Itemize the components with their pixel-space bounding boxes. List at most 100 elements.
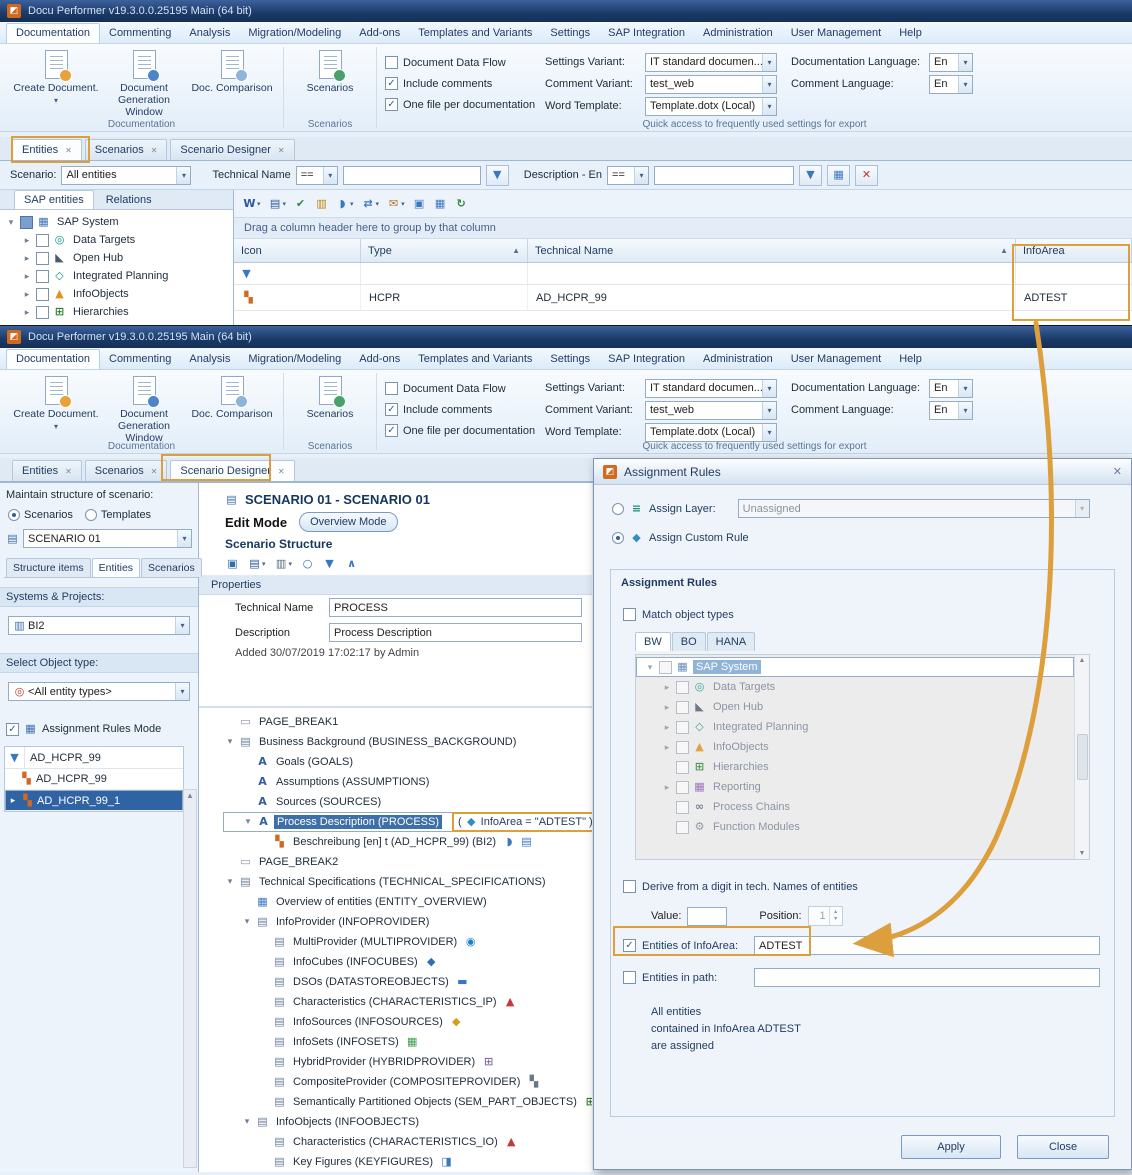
comment-variant-select[interactable]: test_web [645,75,777,94]
technical-name-operator-select[interactable]: == [296,166,338,185]
expand-expander-icon[interactable]: ▸ [22,235,32,246]
column-header-technical-name[interactable]: Technical Name [528,239,1016,262]
tree-item[interactable]: ▸▲InfoObjects [0,285,233,303]
collapse-expander-icon[interactable]: ▾ [645,662,655,673]
tree-item[interactable]: ▦Overview of entities (ENTITY_OVERVIEW) [223,892,592,912]
menu-tab-user-management[interactable]: User Management [782,24,891,43]
menu-tab-templates-and-variants[interactable]: Templates and Variants [409,350,541,369]
grid-row[interactable]: ▚ HCPR AD_HCPR_99 ADTEST [234,285,1132,311]
menu-tab-administration[interactable]: Administration [694,24,782,43]
doc-tab-entities[interactable]: Entities [12,460,82,481]
tree-item[interactable]: ▸◎Data Targets [636,677,1074,697]
grid-button[interactable]: ▦ [431,193,450,214]
entity-list-item[interactable]: ▚AD_HCPR_99 [5,769,183,790]
tree-checkbox[interactable] [36,252,49,265]
designer-tab-scenarios[interactable]: Scenarios [141,558,202,577]
menu-tab-migration-modeling[interactable]: Migration/Modeling [239,350,350,369]
tree-item[interactable]: ASources (SOURCES) [223,792,592,812]
one-file-per-documentation-checkbox[interactable]: ✓ [385,424,398,437]
collapse-expander-icon[interactable]: ▾ [243,816,253,827]
filter-button[interactable]: ▼ [320,553,339,574]
designer-tab-entities[interactable]: Entities [92,558,140,577]
menu-tab-documentation[interactable]: Documentation [6,23,100,43]
tree-item[interactable]: ▸▦Reporting [636,777,1074,797]
clear-filter-button[interactable]: ✕ [855,165,878,186]
close-tab-icon[interactable] [151,146,158,155]
tree-item[interactable]: ▤CompositeProvider (COMPOSITEPROVIDER)▚ [223,1072,592,1092]
tree-checkbox[interactable] [676,721,689,734]
infoarea-input[interactable] [754,936,1100,955]
doc-tab-scenario-designer[interactable]: Scenario Designer [170,139,294,160]
comment-language-select[interactable]: En [929,75,973,94]
filter-button[interactable]: ▼ [799,165,822,186]
tree-item[interactable]: ▤InfoSources (INFOSOURCES)◆ [223,1012,592,1032]
find-button[interactable]: ○ [298,553,317,574]
assign-layer-radio[interactable] [612,503,624,515]
tree-item[interactable]: ▤MultiProvider (MULTIPROVIDER)◉ [223,932,592,952]
settings-variant-select[interactable]: IT standard documen... [645,379,777,398]
menu-tab-administration[interactable]: Administration [694,350,782,369]
tree-item[interactable]: ▤Semantically Partitioned Objects (SEM_P… [223,1092,592,1112]
object-type-select[interactable]: ◎<All entity types> [8,682,190,701]
menu-tab-sap-integration[interactable]: SAP Integration [599,350,694,369]
tree-item[interactable]: ▸◇Integrated Planning [636,717,1074,737]
expand-expander-icon[interactable]: ▸ [22,271,32,282]
collapse-expander-icon[interactable]: ▾ [242,1116,252,1127]
validate-button[interactable]: ✔ [291,193,310,214]
document-data-flow-checkbox[interactable] [385,382,398,395]
column-header-type[interactable]: Type [361,239,528,262]
tree-checkbox[interactable] [676,701,689,714]
document-generation-window-button[interactable]: Document Generation Window [100,373,188,444]
settings-variant-select[interactable]: IT standard documen... [645,53,777,72]
menu-tab-analysis[interactable]: Analysis [180,24,239,43]
assignment-rules-mode-checkbox[interactable]: ✓ [6,723,19,736]
description-operator-select[interactable]: == [607,166,649,185]
menu-tab-sap-integration[interactable]: SAP Integration [599,24,694,43]
match-object-types-checkbox[interactable] [623,608,636,621]
derive-digit-checkbox[interactable] [623,880,636,893]
tree-item[interactable]: ▸⊞Hierarchies [0,303,233,321]
close-tab-icon[interactable] [278,146,285,155]
expand-expander-icon[interactable]: ▸ [662,722,672,733]
close-tab-icon[interactable] [151,467,158,476]
expand-expander-icon[interactable]: ▸ [662,742,672,753]
expand-expander-icon[interactable]: ▸ [662,782,672,793]
technical-name-filter-input[interactable] [343,166,481,185]
menu-tab-user-management[interactable]: User Management [782,350,891,369]
scroll-thumb[interactable] [1077,734,1088,780]
documentation-language-select[interactable]: En [929,53,973,72]
pane-tab-relations[interactable]: Relations [96,190,162,209]
apply-button[interactable]: Apply [901,1135,1001,1159]
tree-item[interactable]: ▤Key Figures (KEYFIGURES)◨ [223,1152,592,1172]
doc-tab-entities[interactable]: Entities [12,139,82,160]
description-input[interactable] [329,623,582,642]
scenario-filter-select[interactable]: All entities [61,166,191,185]
systems-select[interactable]: ▥BI2 [8,616,190,635]
save-button[interactable]: ▣ [223,553,242,574]
pane-tab-sap-entities[interactable]: SAP entities [14,190,94,209]
expand-expander-icon[interactable]: ▸ [8,795,18,806]
tree-item[interactable]: ▭PAGE_BREAK2 [223,852,592,872]
close-tab-icon[interactable] [65,467,72,476]
scrollbar[interactable]: ▲▼ [1074,655,1089,859]
tree-checkbox[interactable] [36,306,49,319]
expand-expander-icon[interactable]: ▸ [662,702,672,713]
export-button[interactable]: ▤▾ [245,553,269,574]
word-export-button[interactable]: W▾ [240,193,264,214]
tree-item[interactable]: ∞Process Chains [636,797,1074,817]
one-file-per-documentation-checkbox[interactable]: ✓ [385,98,398,111]
tree-checkbox[interactable] [36,270,49,283]
dialog-close-icon[interactable] [1113,465,1122,478]
tree-checkbox[interactable] [659,661,672,674]
tree-item[interactable]: ▭PAGE_BREAK1 [223,712,592,732]
radio-dot[interactable] [8,509,20,521]
tree-checkbox[interactable] [36,288,49,301]
tree-checkbox[interactable] [676,741,689,754]
tree-item[interactable]: ▾▤Technical Specifications (TECHNICAL_SP… [223,872,592,892]
expand-expander-icon[interactable]: ▸ [22,307,32,318]
entities-in-path-checkbox[interactable] [623,971,636,984]
tree-item[interactable]: ▸◎Data Targets [0,231,233,249]
menu-tab-help[interactable]: Help [890,24,931,43]
menu-tab-templates-and-variants[interactable]: Templates and Variants [409,24,541,43]
tree-item[interactable]: ⚙Function Modules [636,817,1074,837]
